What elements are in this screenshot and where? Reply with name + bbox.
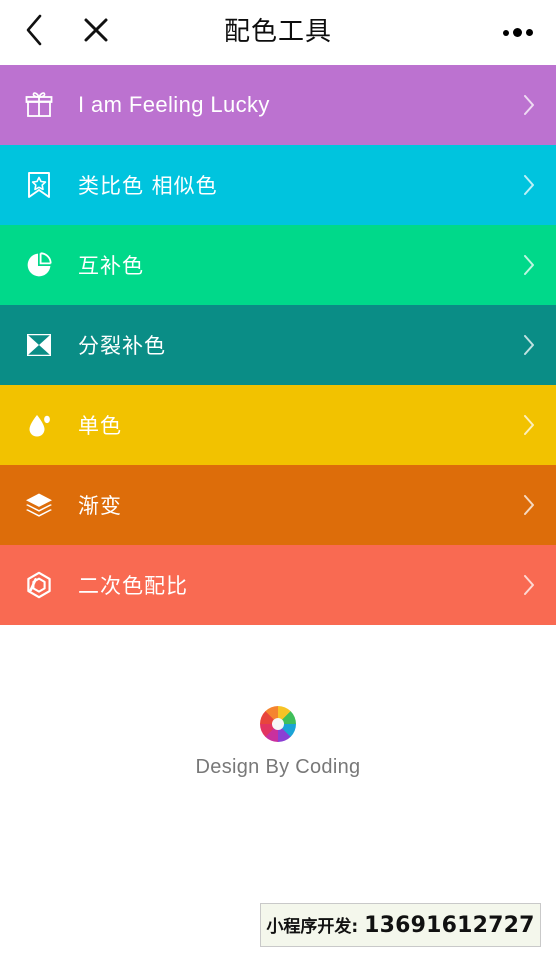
chevron-right-icon[interactable] xyxy=(502,331,556,359)
chevron-right-icon[interactable] xyxy=(502,411,556,439)
navbar: 配色工具 xyxy=(0,0,556,65)
menu-row-label: 二次色配比 xyxy=(78,574,188,598)
chevron-right-icon[interactable] xyxy=(502,491,556,519)
menu-row[interactable]: 二次色配比 xyxy=(0,545,556,625)
menu-row-label: I am Feeling Lucky xyxy=(78,92,270,117)
menu-row-label: 单色 xyxy=(78,414,122,438)
menu-row[interactable]: 分裂补色 xyxy=(0,305,556,385)
more-options-button[interactable] xyxy=(494,0,542,65)
promo-phone-number: 13691612727 xyxy=(364,913,535,938)
gift-icon xyxy=(0,90,78,120)
chevron-right-icon[interactable] xyxy=(502,251,556,279)
brand-caption: Design By Coding xyxy=(195,756,361,778)
color-scheme-list: I am Feeling Lucky 类比色 相似色 互补色分裂补色单色渐变二次色配… xyxy=(0,65,556,625)
menu-row[interactable]: I am Feeling Lucky xyxy=(0,65,556,145)
brand-footer: Design By Coding xyxy=(0,706,556,779)
promo-text: 小程序开发: 13691612727 xyxy=(266,912,534,938)
pie-chart-icon xyxy=(0,250,78,280)
promo-banner: 小程序开发: 13691612727 xyxy=(260,903,541,947)
color-wheel-hub xyxy=(272,718,284,730)
layers-icon xyxy=(0,490,78,520)
menu-row-label: 渐变 xyxy=(78,494,122,518)
menu-row-label: 类比色 相似色 xyxy=(78,174,218,198)
chevron-right-icon[interactable] xyxy=(502,171,556,199)
page-title: 配色工具 xyxy=(223,17,332,47)
menu-row-label: 分裂补色 xyxy=(78,334,166,358)
bookmark-star-icon xyxy=(0,170,78,200)
menu-row[interactable]: 渐变 xyxy=(0,465,556,545)
more-options-icon-dot-3 xyxy=(526,29,533,36)
color-wheel-icon xyxy=(260,706,296,742)
more-options-icon-dot-1 xyxy=(503,29,509,36)
menu-row[interactable]: 互补色 xyxy=(0,225,556,305)
water-drop-icon xyxy=(0,410,78,440)
menu-row[interactable]: 类比色 相似色 xyxy=(0,145,556,225)
hourglass-square-icon xyxy=(0,330,78,360)
promo-prefix: 小程序开发: xyxy=(266,917,359,937)
more-options-icon-dot-2 xyxy=(513,28,522,37)
hexagon-icon xyxy=(0,570,78,600)
chevron-right-icon[interactable] xyxy=(502,91,556,119)
menu-row-label: 互补色 xyxy=(78,254,144,278)
menu-row[interactable]: 单色 xyxy=(0,385,556,465)
chevron-right-icon[interactable] xyxy=(502,571,556,599)
